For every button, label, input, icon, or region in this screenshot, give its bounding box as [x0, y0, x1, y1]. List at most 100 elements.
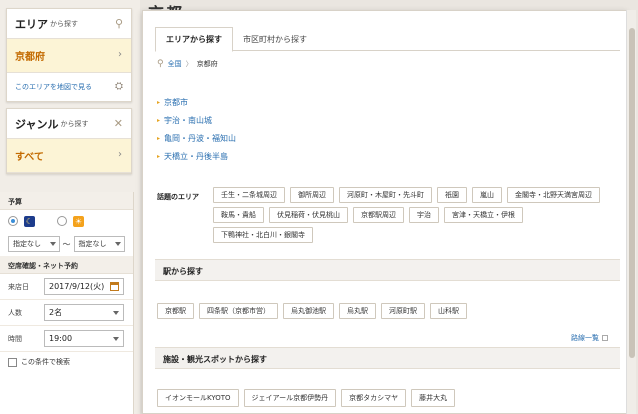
genre-selected-row[interactable]: すべて ›: [7, 139, 131, 173]
budget-to-select[interactable]: 指定なし: [73, 236, 125, 252]
station-tag[interactable]: 烏丸御池駅: [283, 303, 334, 319]
breadcrumb-current: 京都府: [196, 60, 218, 68]
chevron-down-icon: [113, 311, 119, 315]
popular-area-tag[interactable]: 伏見稲荷・伏見桃山: [269, 207, 348, 223]
time-label: 時間: [8, 334, 22, 343]
region-item[interactable]: ▸ 天橋立・丹後半島: [157, 147, 236, 165]
date-input[interactable]: 2017/9/12(火): [44, 278, 124, 295]
popular-area-tag[interactable]: 壬生・二条城周辺: [213, 187, 285, 203]
popular-area-tag[interactable]: 祇園: [437, 187, 467, 203]
popular-area-tag[interactable]: 宇治: [409, 207, 439, 223]
popular-area-tag[interactable]: 鞍馬・貴船: [213, 207, 264, 223]
bullet-icon: ▸: [157, 134, 161, 142]
breadcrumb-home[interactable]: 全国: [168, 59, 182, 69]
area-map-row[interactable]: このエリアを地図で見る ⛭: [7, 73, 131, 101]
popular-area-tag[interactable]: 下鴨神社・北白川・銀閣寺: [213, 227, 313, 243]
moon-icon: ☾: [24, 215, 35, 227]
region-list: ▸ 京都市 ▸ 宇治・南山城 ▸ 亀岡・丹波・福知山 ▸ 天橋立・丹後半島: [157, 93, 236, 165]
spot-tag[interactable]: ジェイアール京都伊勢丹: [243, 389, 337, 407]
date-label: 来店日: [8, 282, 29, 291]
people-label: 人数: [8, 308, 22, 317]
popular-areas-title: 話題のエリア: [157, 193, 199, 201]
people-row: 人数 2名: [0, 300, 133, 326]
fork-knife-icon: ✕: [113, 117, 123, 130]
station-list: 京都駅 四条駅（京都市営） 烏丸御池駅 烏丸駅 河原町駅 山科駅: [157, 303, 467, 319]
popular-area-tag[interactable]: 河原町・木屋町・先斗町: [339, 187, 432, 203]
budget-separator: 〜: [62, 239, 71, 249]
region-label: 京都市: [164, 97, 189, 107]
budget-from-select[interactable]: 指定なし: [8, 236, 60, 252]
budget-time-toggle: ☾ ☀: [0, 210, 133, 232]
popular-area-tag[interactable]: 京都駅周辺: [353, 207, 404, 223]
location-pin-icon: ⚲: [114, 17, 123, 30]
chevron-down-icon: [49, 242, 56, 246]
area-dropdown-panel: エリアから探す 市区町村から探す ⚲ 全国 〉 京都府 ▸ 京都市 ▸ 宇治・南山城…: [142, 10, 627, 414]
area-map-link[interactable]: このエリアを地図で見る: [15, 82, 92, 92]
area-selected-row[interactable]: 京都府 ›: [7, 39, 131, 73]
people-select[interactable]: 2名: [44, 304, 124, 321]
search-condition-row[interactable]: この条件で検索: [0, 352, 133, 372]
location-pin-icon: ⚲: [157, 59, 164, 69]
time-row: 時間 19:00: [0, 326, 133, 352]
station-tag[interactable]: 河原町駅: [381, 303, 425, 319]
map-person-icon: ⛭: [115, 81, 123, 92]
budget-from-value: 指定なし: [13, 240, 41, 248]
area-subtitle: から探す: [50, 19, 78, 28]
region-label: 宇治・南山城: [164, 115, 213, 125]
spot-tag[interactable]: 藤井大丸: [411, 389, 456, 407]
region-item[interactable]: ▸ 京都市: [157, 93, 236, 111]
station-tag[interactable]: 烏丸駅: [339, 303, 376, 319]
chevron-down-icon: [113, 337, 119, 341]
station-tag[interactable]: 京都駅: [157, 303, 194, 319]
spot-list: イオンモールKYOTO ジェイアール京都伊勢丹 京都タカシマヤ 藤井大丸: [157, 389, 456, 407]
search-condition-label: この条件で検索: [21, 358, 70, 366]
popular-area-tag[interactable]: 御所周辺: [290, 187, 334, 203]
bullet-icon: ▸: [157, 152, 161, 160]
availability-label: 空席確認・ネット予約: [0, 256, 133, 274]
area-tabs: エリアから探す 市区町村から探す: [155, 27, 620, 52]
popular-area-tag[interactable]: 嵐山: [472, 187, 502, 203]
breadcrumb-separator: 〉: [185, 60, 193, 68]
region-item[interactable]: ▸ 亀岡・丹波・福知山: [157, 129, 236, 147]
chevron-right-icon: ›: [118, 149, 122, 160]
spots-section-title: 施設・観光スポットから探す: [155, 347, 620, 369]
station-tag[interactable]: 山科駅: [430, 303, 467, 319]
scrollbar-thumb[interactable]: [629, 28, 635, 358]
region-label: 亀岡・丹波・福知山: [164, 133, 237, 143]
panel-scrollbar[interactable]: [626, 10, 636, 414]
genre-title: ジャンル: [15, 117, 59, 131]
breadcrumb: ⚲ 全国 〉 京都府: [157, 59, 218, 69]
genre-subtitle: から探す: [60, 119, 89, 128]
area-selected: 京都府: [15, 52, 45, 63]
date-value: 2017/9/12(火): [49, 282, 105, 291]
area-card: エリア から探す ⚲ 京都府 › このエリアを地図で見る ⛭: [6, 8, 132, 102]
time-select[interactable]: 19:00: [44, 330, 124, 347]
genre-card-header: ジャンル から探す ✕: [7, 109, 131, 139]
tab-municipality[interactable]: 市区町村から探す: [233, 27, 317, 51]
area-title: エリア: [15, 17, 48, 31]
line-list-link[interactable]: 路線一覧: [571, 333, 608, 343]
tab-area[interactable]: エリアから探す: [155, 27, 233, 52]
budget-to-value: 指定なし: [78, 240, 107, 248]
date-row: 来店日 2017/9/12(火): [0, 274, 133, 300]
popular-area-tag[interactable]: 金閣寺・北野天満宮周辺: [507, 187, 600, 203]
dinner-radio[interactable]: [8, 216, 18, 226]
popular-area-tags: 壬生・二条城周辺 御所周辺 河原町・木屋町・先斗町 祇園 嵐山 金閣寺・北野天満…: [213, 187, 617, 243]
genre-card: ジャンル から探す ✕ すべて ›: [6, 108, 132, 174]
bullet-icon: ▸: [157, 98, 161, 106]
region-item[interactable]: ▸ 宇治・南山城: [157, 111, 236, 129]
budget-range: 指定なし 〜 指定なし: [0, 232, 133, 256]
sun-icon: ☀: [73, 215, 84, 227]
calendar-icon[interactable]: [110, 282, 119, 291]
chevron-right-icon: ›: [118, 49, 122, 60]
spot-tag[interactable]: イオンモールKYOTO: [157, 389, 239, 407]
popular-area-tag[interactable]: 宮津・天橋立・伊根: [444, 207, 523, 223]
station-tag[interactable]: 四条駅（京都市営）: [199, 303, 278, 319]
search-condition-checkbox[interactable]: [8, 357, 17, 367]
spot-tag[interactable]: 京都タカシマヤ: [341, 389, 407, 407]
lunch-radio[interactable]: [57, 216, 67, 226]
sidebar: エリア から探す ⚲ 京都府 › このエリアを地図で見る ⛭ ジャンル から探す…: [0, 0, 140, 414]
budget-label: 予算: [0, 192, 133, 210]
region-label: 天橋立・丹後半島: [164, 151, 229, 161]
chevron-down-icon: [115, 242, 121, 246]
